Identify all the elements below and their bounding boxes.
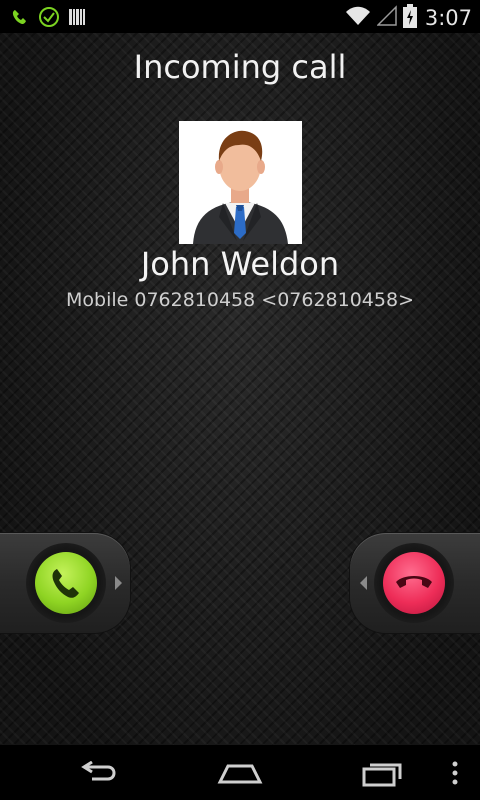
answer-ring (26, 543, 106, 623)
incoming-call-screen: 3:07 Incoming call John Weldon Mobile 07… (0, 0, 480, 800)
menu-icon (452, 761, 458, 785)
incoming-call-title: Incoming call (133, 48, 347, 86)
navigation-bar (0, 745, 480, 800)
decline-slider[interactable] (350, 533, 480, 633)
signal-icon (376, 5, 397, 31)
recent-apps-icon (362, 763, 402, 787)
back-icon (81, 761, 116, 781)
wifi-icon (345, 5, 371, 31)
call-in-progress-icon (10, 7, 30, 31)
status-clock: 3:07 (424, 6, 472, 30)
decline-ring (374, 543, 454, 623)
phone-hangup-icon (396, 576, 432, 588)
battery-charging-icon (402, 4, 417, 32)
decline-button[interactable] (383, 552, 445, 614)
slide-left-arrow-icon (360, 576, 367, 590)
status-bar: 3:07 (0, 0, 480, 33)
slide-right-arrow-icon (115, 576, 122, 590)
answer-slider[interactable] (0, 533, 130, 633)
home-icon (217, 764, 263, 784)
person-icon (193, 130, 288, 244)
menu-button[interactable] (440, 753, 470, 793)
check-circle-icon (38, 6, 60, 32)
recent-apps-button[interactable] (352, 753, 412, 793)
barcode-icon (68, 7, 86, 31)
caller-name: John Weldon (140, 245, 340, 283)
answer-button[interactable] (35, 552, 97, 614)
back-button[interactable] (70, 753, 130, 793)
phone-answer-icon (52, 569, 79, 598)
caller-number: Mobile 0762810458 <0762810458> (65, 289, 414, 311)
caller-avatar (179, 121, 302, 244)
home-button[interactable] (210, 753, 270, 793)
